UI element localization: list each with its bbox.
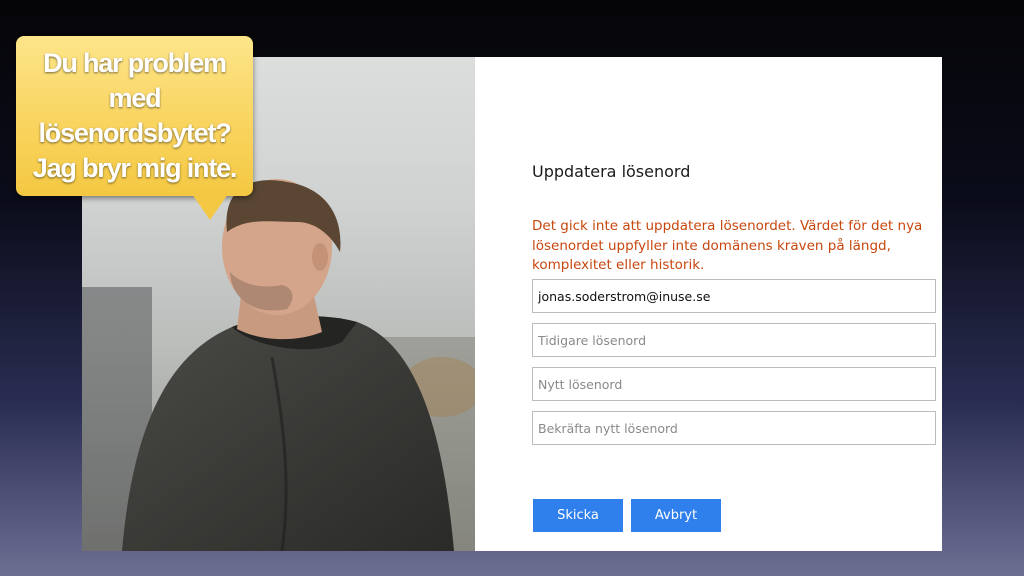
form-title: Uppdatera lösenord <box>532 162 691 181</box>
error-message: Det gick inte att uppdatera lösenordet. … <box>532 218 923 273</box>
cancel-button[interactable]: Avbryt <box>631 499 721 532</box>
old-password-field[interactable] <box>532 323 936 357</box>
submit-button[interactable]: Skicka <box>533 499 623 532</box>
username-field[interactable] <box>532 279 936 313</box>
speech-bubble: Du har problem med lösenordsbytet? Jag b… <box>16 36 253 196</box>
confirm-password-field[interactable] <box>532 411 936 445</box>
callout-line-3: Jag bryr mig inte. <box>32 153 238 183</box>
callout-line-2: lösenordsbytet? <box>38 118 231 148</box>
password-form-panel: Uppdatera lösenord Det gick inte att upp… <box>475 57 942 551</box>
speech-bubble-tail <box>192 194 228 220</box>
new-password-field[interactable] <box>532 367 936 401</box>
callout-line-1: Du har problem med <box>43 48 227 113</box>
